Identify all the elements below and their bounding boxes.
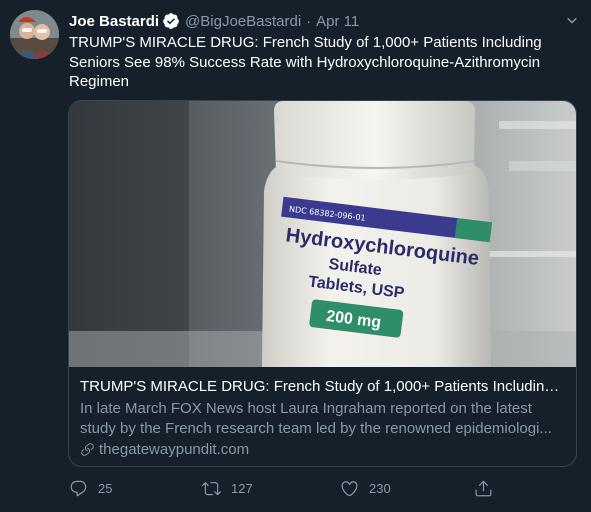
like-button[interactable]: 230 [340, 479, 391, 498]
tweet-date[interactable]: Apr 11 [316, 13, 359, 30]
retweet-count: 127 [231, 481, 253, 496]
like-count: 230 [369, 481, 391, 496]
avatar[interactable] [10, 10, 59, 59]
user-name[interactable]: Joe Bastardi [69, 13, 159, 30]
tweet-text: TRUMP'S MIRACLE DRUG: French Study of 1,… [69, 34, 542, 90]
card-description-line: study by the French research team led by… [80, 419, 552, 437]
retweet-button[interactable]: 127 [202, 479, 253, 498]
reply-icon [70, 480, 87, 497]
user-handle[interactable]: @BigJoeBastardi [185, 13, 301, 30]
tweet-header: Joe Bastardi @BigJoeBastardi · Apr 11 [69, 10, 359, 32]
link-card[interactable]: NDC 68382-096-01 Hydroxychloroquine Sulf… [68, 100, 577, 467]
card-title[interactable]: TRUMP'S MIRACLE DRUG: French Study of 1,… [80, 377, 565, 397]
card-domain[interactable]: thegatewaypundit.com [80, 439, 565, 459]
reply-count: 25 [98, 481, 113, 496]
reply-button[interactable]: 25 [69, 479, 112, 498]
card-description-line: In late March FOX News host Laura Ingrah… [80, 400, 532, 417]
card-domain-text[interactable]: thegatewaypundit.com [99, 441, 249, 458]
retweet-icon [202, 482, 221, 496]
verified-badge-icon [162, 12, 180, 30]
link-icon [81, 442, 94, 456]
tweet-actions: 25 127 230 [69, 479, 509, 499]
card-image[interactable]: NDC 68382-096-01 Hydroxychloroquine Sulf… [69, 101, 576, 367]
chevron-down-icon[interactable] [563, 12, 581, 30]
share-icon [475, 480, 492, 497]
separator-dot: · [306, 12, 312, 30]
heart-icon [341, 481, 358, 497]
tweet[interactable]: Joe Bastardi @BigJoeBastardi · Apr 11 TR… [0, 0, 591, 512]
share-button[interactable] [474, 479, 503, 498]
card-description: In late March FOX News host Laura Ingrah… [80, 399, 565, 438]
card-body[interactable]: TRUMP'S MIRACLE DRUG: French Study of 1,… [69, 367, 576, 466]
